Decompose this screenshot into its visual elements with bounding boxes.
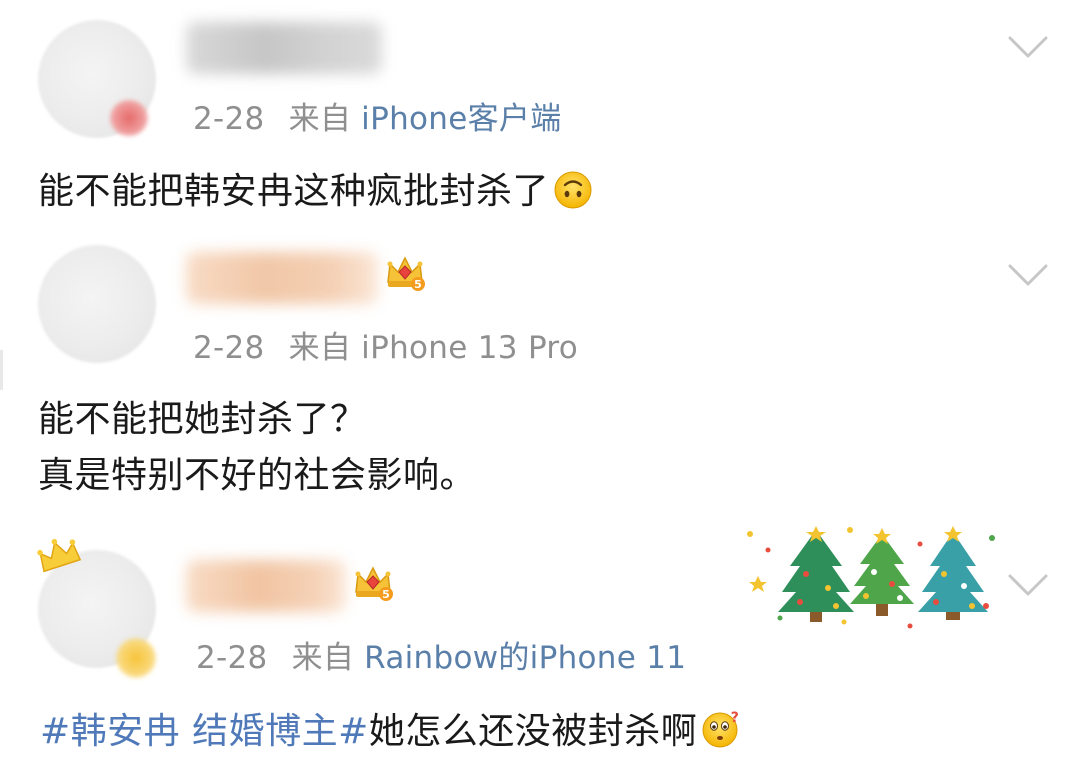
crown-level-badge-icon: 5 [387,256,425,291]
device-source[interactable]: iPhone客户端 [361,101,561,137]
comment-item: 2-28 来自 iPhone客户端 能不能把韩安冉这种疯批封杀了 [0,0,1080,230]
christmas-trees-decoration [747,526,995,629]
comment-text-line: 能不能把韩安冉这种疯批封杀了 [38,171,550,212]
from-label: 来自 [288,101,352,137]
comment-meta: 2-28 来自 Rainbow的iPhone 11 [196,632,686,677]
svg-text:?: ? [731,710,740,726]
badge-level: 5 [414,278,422,291]
comment-text: 能不能把韩安冉这种疯批封杀了 [38,164,593,220]
thinking-face-emoji: ? [702,710,740,748]
username-blurred[interactable] [186,560,346,612]
username-blurred[interactable] [186,22,382,74]
chevron-down-icon[interactable] [1006,32,1050,62]
upside-down-face-emoji [554,171,592,209]
user-badge-icon [116,638,156,678]
comment-meta: 2-28 来自 iPhone 13 Pro [193,322,578,367]
comment-text: #韩安冉 结婚博主#她怎么还没被封杀啊 ? [40,704,743,760]
topic-hashtag-link[interactable]: #韩安冉 结婚博主# [40,711,369,752]
device-source[interactable]: iPhone 13 Pro [361,330,578,366]
user-badge-icon [110,100,148,136]
avatar-crown-icon [37,538,82,573]
comment-text-line: 她怎么还没被封杀啊 [368,711,698,752]
comment-text: 能不能把她封杀了？ 真是特别不好的社会影响。 [38,392,476,504]
comment-date: 2-28 [193,101,265,137]
comment-date: 2-28 [193,330,265,366]
device-source[interactable]: Rainbow的iPhone 11 [364,640,686,676]
comment-text-line: 能不能把她封杀了？ [38,399,367,440]
chevron-down-icon[interactable] [1006,570,1050,600]
badge-level: 5 [382,588,390,601]
chevron-down-icon[interactable] [1006,260,1050,290]
comment-text-line: 真是特别不好的社会影响。 [38,455,477,496]
comment-meta: 2-28 来自 iPhone客户端 [193,93,562,138]
crown-level-badge-icon: 5 [355,566,393,601]
comment-item: 5 2-28 来自 Rainbow的iPhone 11 #韩安冉 结婚博主#她怎… [0,520,1080,772]
username-blurred[interactable] [186,252,378,304]
comment-date: 2-28 [196,640,268,676]
from-label: 来自 [291,640,355,676]
comment-item: 5 2-28 来自 iPhone 13 Pro 能不能把她封杀了？ 真是特别不好的社… [0,230,1080,520]
from-label: 来自 [288,330,352,366]
avatar[interactable] [38,245,156,363]
